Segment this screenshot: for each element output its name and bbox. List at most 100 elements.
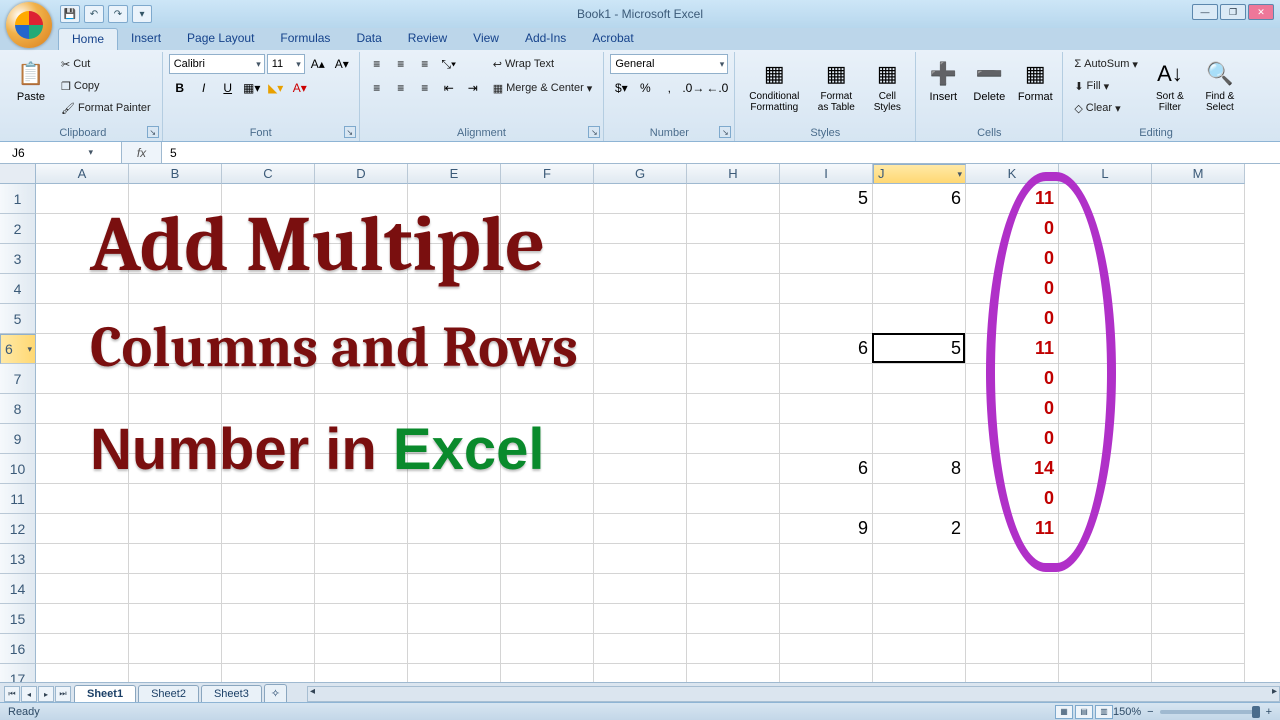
cell-M15[interactable] (1152, 604, 1245, 634)
cell-G16[interactable] (594, 634, 687, 664)
cell-I15[interactable] (780, 604, 873, 634)
cell-B2[interactable] (129, 214, 222, 244)
office-button[interactable] (6, 2, 52, 48)
cell-A1[interactable] (36, 184, 129, 214)
cell-H1[interactable] (687, 184, 780, 214)
cell-B11[interactable] (129, 484, 222, 514)
cell-L11[interactable] (1059, 484, 1152, 514)
horizontal-scrollbar[interactable] (307, 686, 1280, 702)
cell-M9[interactable] (1152, 424, 1245, 454)
cell-J5[interactable] (873, 304, 966, 334)
cell-I3[interactable] (780, 244, 873, 274)
cell-L4[interactable] (1059, 274, 1152, 304)
clear-button[interactable]: ◇Clear ▾ (1069, 98, 1143, 118)
sheet-nav-first[interactable]: ⏮ (4, 686, 20, 702)
row-header-13[interactable]: 13 (0, 544, 36, 574)
row-header-9[interactable]: 9 (0, 424, 36, 454)
row-header-14[interactable]: 14 (0, 574, 36, 604)
cell-H4[interactable] (687, 274, 780, 304)
column-header-E[interactable]: E (408, 164, 501, 184)
cell-M12[interactable] (1152, 514, 1245, 544)
new-sheet-button[interactable]: ✧ (264, 684, 287, 702)
cell-D14[interactable] (315, 574, 408, 604)
cell-M11[interactable] (1152, 484, 1245, 514)
cell-K15[interactable] (966, 604, 1059, 634)
cell-B15[interactable] (129, 604, 222, 634)
cell-C11[interactable] (222, 484, 315, 514)
column-header-A[interactable]: A (36, 164, 129, 184)
cell-C6[interactable] (222, 334, 315, 364)
cell-L10[interactable] (1059, 454, 1152, 484)
cell-C5[interactable] (222, 304, 315, 334)
cell-H16[interactable] (687, 634, 780, 664)
italic-button[interactable]: I (193, 78, 215, 98)
cell-F16[interactable] (501, 634, 594, 664)
cell-H8[interactable] (687, 394, 780, 424)
cell-L2[interactable] (1059, 214, 1152, 244)
cell-B14[interactable] (129, 574, 222, 604)
cell-K12[interactable]: 11 (966, 514, 1059, 544)
cell-K5[interactable]: 0 (966, 304, 1059, 334)
cell-D7[interactable] (315, 364, 408, 394)
cell-I13[interactable] (780, 544, 873, 574)
font-launcher[interactable]: ↘ (344, 126, 356, 138)
column-header-B[interactable]: B (129, 164, 222, 184)
row-header-3[interactable]: 3 (0, 244, 36, 274)
cell-F13[interactable] (501, 544, 594, 574)
column-header-J[interactable]: J (873, 164, 966, 184)
cell-K4[interactable]: 0 (966, 274, 1059, 304)
cell-G12[interactable] (594, 514, 687, 544)
spreadsheet-grid[interactable]: ABCDEFGHIJKLM 1234567891011121314151617 … (0, 164, 1280, 709)
cell-B1[interactable] (129, 184, 222, 214)
row-header-8[interactable]: 8 (0, 394, 36, 424)
cell-B12[interactable] (129, 514, 222, 544)
cell-I8[interactable] (780, 394, 873, 424)
cell-M13[interactable] (1152, 544, 1245, 574)
wrap-text-button[interactable]: ↩Wrap Text (488, 54, 598, 74)
cell-G13[interactable] (594, 544, 687, 574)
cell-E3[interactable] (408, 244, 501, 274)
zoom-label[interactable]: 150% (1113, 706, 1141, 718)
cell-D3[interactable] (315, 244, 408, 274)
cell-H12[interactable] (687, 514, 780, 544)
align-bottom-button[interactable]: ≡ (414, 54, 436, 74)
align-right-button[interactable]: ≡ (414, 78, 436, 98)
cut-button[interactable]: ✂Cut (56, 54, 156, 74)
cell-M14[interactable] (1152, 574, 1245, 604)
cell-E7[interactable] (408, 364, 501, 394)
column-header-I[interactable]: I (780, 164, 873, 184)
cell-B10[interactable] (129, 454, 222, 484)
cell-F1[interactable] (501, 184, 594, 214)
zoom-in-button[interactable]: + (1266, 706, 1272, 718)
cell-D4[interactable] (315, 274, 408, 304)
cell-K6[interactable]: 11 (966, 334, 1059, 364)
cell-J12[interactable]: 2 (873, 514, 966, 544)
cell-E5[interactable] (408, 304, 501, 334)
format-cells-button[interactable]: ▦Format (1014, 54, 1056, 108)
fill-color-button[interactable]: ◣▾ (265, 78, 287, 98)
align-middle-button[interactable]: ≡ (390, 54, 412, 74)
cell-J10[interactable]: 8 (873, 454, 966, 484)
cell-G2[interactable] (594, 214, 687, 244)
cell-E12[interactable] (408, 514, 501, 544)
cell-F10[interactable] (501, 454, 594, 484)
cell-C3[interactable] (222, 244, 315, 274)
cell-G5[interactable] (594, 304, 687, 334)
fill-button[interactable]: ⬇Fill ▾ (1069, 76, 1143, 96)
cell-L5[interactable] (1059, 304, 1152, 334)
cell-L7[interactable] (1059, 364, 1152, 394)
cell-B7[interactable] (129, 364, 222, 394)
cell-M6[interactable] (1152, 334, 1245, 364)
cell-J6[interactable]: 5 (873, 334, 966, 364)
cell-D16[interactable] (315, 634, 408, 664)
font-name-select[interactable]: Calibri (169, 54, 265, 74)
tab-formulas[interactable]: Formulas (267, 28, 343, 50)
cell-E4[interactable] (408, 274, 501, 304)
cell-I14[interactable] (780, 574, 873, 604)
cell-E10[interactable] (408, 454, 501, 484)
cell-H13[interactable] (687, 544, 780, 574)
sheet-tab-3[interactable]: Sheet3 (201, 685, 262, 702)
insert-cells-button[interactable]: ➕Insert (922, 54, 964, 108)
cell-J13[interactable] (873, 544, 966, 574)
align-center-button[interactable]: ≡ (390, 78, 412, 98)
